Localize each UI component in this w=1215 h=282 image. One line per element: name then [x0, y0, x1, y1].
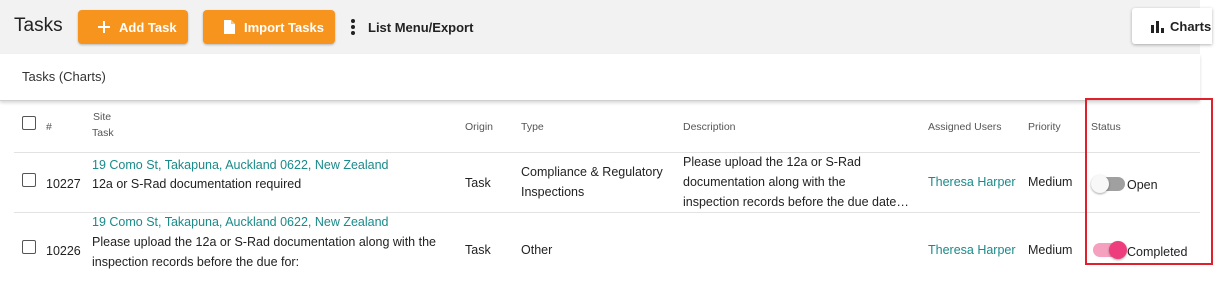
type-cell-line2: Inspections	[521, 185, 585, 199]
select-all-checkbox[interactable]	[22, 116, 36, 130]
plus-icon	[98, 21, 110, 33]
assigned-user-link[interactable]: Theresa Harper	[928, 240, 1016, 260]
origin-cell: Task	[465, 243, 491, 257]
import-tasks-button[interactable]: Import Tasks	[203, 10, 335, 44]
list-menu-export-button[interactable]: List Menu/Export	[348, 18, 473, 36]
toolbar: Tasks Add Task Import Tasks List Menu/Ex…	[0, 0, 1212, 54]
site-link[interactable]: 19 Como St, Takapuna, Auckland 0622, New…	[92, 155, 389, 175]
task-title[interactable]: 12a or S-Rad documentation required	[92, 174, 301, 194]
assigned-user-link[interactable]: Theresa Harper	[928, 172, 1016, 192]
description-cell-line3: inspection records before the due date…	[683, 195, 909, 209]
kebab-icon	[351, 19, 355, 35]
add-task-label: Add Task	[119, 19, 177, 35]
column-header-origin[interactable]: Origin	[465, 121, 493, 133]
priority-cell: Medium	[1028, 175, 1073, 189]
type-cell: Compliance & Regulatory	[521, 165, 663, 179]
column-header-description[interactable]: Description	[683, 121, 736, 133]
column-header-assigned-users[interactable]: Assigned Users	[928, 121, 1002, 133]
site-link[interactable]: 19 Como St, Takapuna, Auckland 0622, New…	[92, 212, 389, 232]
charts-button[interactable]: Charts	[1132, 8, 1212, 44]
add-task-button[interactable]: Add Task	[78, 10, 188, 44]
page-title: Tasks	[14, 15, 63, 36]
task-title-line2[interactable]: inspection records before the due for:	[92, 252, 299, 272]
column-header-task[interactable]: Task	[92, 127, 114, 139]
charts-label: Charts	[1170, 18, 1212, 34]
description-cell-line2: documentation along with the	[683, 175, 846, 189]
section-title: Tasks (Charts)	[22, 69, 106, 84]
row-checkbox[interactable]	[22, 240, 36, 254]
task-number: 10226	[46, 244, 81, 258]
priority-cell: Medium	[1028, 243, 1073, 257]
bar-chart-icon	[1151, 21, 1164, 33]
column-header-number[interactable]: #	[46, 121, 52, 133]
section-header: Tasks (Charts)	[0, 54, 1200, 101]
row-divider	[14, 152, 1200, 153]
list-menu-label: List Menu/Export	[368, 19, 474, 35]
status-column-highlight	[1085, 98, 1213, 265]
origin-cell: Task	[465, 176, 491, 190]
document-icon	[224, 20, 235, 34]
column-header-type[interactable]: Type	[521, 121, 544, 133]
description-cell: Please upload the 12a or S-Rad	[683, 155, 861, 169]
column-header-site[interactable]: Site	[93, 111, 111, 123]
task-title[interactable]: Please upload the 12a or S-Rad documenta…	[92, 232, 436, 252]
row-checkbox[interactable]	[22, 173, 36, 187]
task-number: 10227	[46, 177, 81, 191]
column-header-priority[interactable]: Priority	[1028, 121, 1061, 133]
import-tasks-label: Import Tasks	[244, 19, 324, 35]
type-cell: Other	[521, 243, 553, 257]
